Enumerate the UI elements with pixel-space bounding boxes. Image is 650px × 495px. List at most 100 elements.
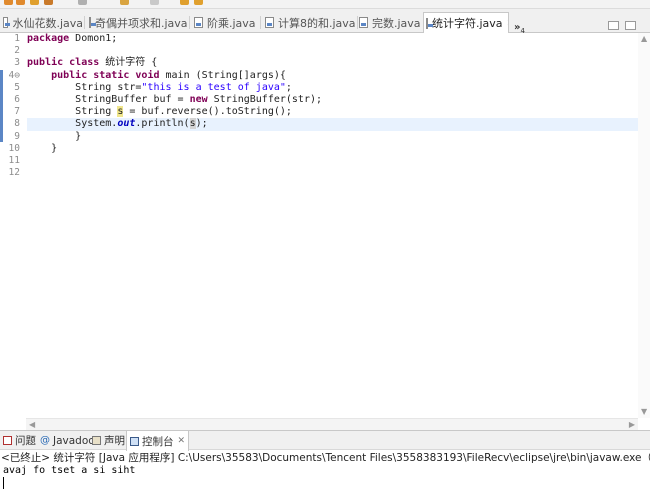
code-text: 统计字符 { [99,57,158,69]
console-status-line: <已终止> 统计字符 [Java 应用程序] C:\Users\35583\Do… [1,452,650,464]
horizontal-scrollbar[interactable]: ◀ ▶ [26,418,638,430]
console-icon [130,436,139,446]
tab-console[interactable]: 控制台 ✕ [126,431,190,451]
line-number: 3 [14,57,20,69]
code-line: 5 String str="this is a test of java"; [14,81,638,94]
run-icon[interactable] [4,0,13,5]
keyword: void [135,69,160,81]
close-icon[interactable]: ✕ [507,18,508,29]
code-text: ; [285,81,292,93]
keyword: public [27,57,64,69]
tab-jiecheng[interactable]: 阶乘.java [192,12,258,33]
code-text: System. [75,118,118,130]
quick-diff-ruler [0,70,3,142]
main-toolbar [0,0,650,9]
keyword: package [27,33,70,44]
line-number: 12 [8,167,20,179]
code-text: String [75,106,118,118]
code-text: String str= [75,81,142,93]
code-line-current: 8 System.out.println(s); [14,118,638,131]
code-line: 1 package Domon1; [14,33,638,45]
search-icon[interactable] [120,0,129,5]
bottom-panel-tabs: 问题 @ Javadoc 声明 控制台 ✕ [0,430,650,451]
code-line: 7 String s = buf.reverse().toString(); [14,106,638,118]
code-text: main (String[]args){ [159,69,286,81]
code-text: } [51,142,58,154]
scroll-up-arrow-icon[interactable]: ▲ [641,33,647,45]
tab-label: 完数.java [372,16,421,30]
java-file-icon [3,17,11,28]
vertical-scrollbar[interactable]: ▲ ▼ [638,33,650,418]
next-annotation-icon[interactable] [150,0,159,5]
tab-label: 问题 [15,435,36,447]
code-editor[interactable]: 1 package Domon1; 2 3 public class 统计字符 { … [0,33,650,430]
tab-wanshu[interactable]: 完数.java [357,12,421,33]
scroll-down-arrow-icon[interactable]: ▼ [641,406,647,418]
tab-label: 统计字符.java [432,17,503,30]
keyword: static [93,69,130,81]
line-number: 2 [14,45,20,57]
code-text: } [75,130,82,142]
static-field: out [117,118,136,130]
tab-label: 控制台 [142,435,174,448]
tab-declaration[interactable]: 声明 [92,431,125,450]
tab-label: 水仙花数.java [12,16,83,30]
code-line: 12 [9,167,638,179]
tab-jiou[interactable]: 奇偶并项求和.java [87,12,187,33]
editor-tab-bar: 水仙花数.java 奇偶并项求和.java 阶乘.java 计算8的和.java… [0,9,650,35]
line-number: 11 [8,154,20,166]
line-number: 6 [14,93,20,105]
tab-label: 计算8的和.java [278,16,356,30]
line-number: 7 [14,106,20,118]
code-line: 4⊖ public static void main (String[]args… [9,69,638,82]
java-file-icon [359,17,368,28]
code-text: ); [195,118,208,130]
code-text: StringBuffer buf = [75,93,190,105]
java-file-icon [89,17,96,28]
tab-label: 声明 [104,435,125,447]
code-area[interactable]: 1 package Domon1; 2 3 public class 统计字符 { … [9,33,638,179]
coverage-icon[interactable] [30,0,39,5]
code-line: 6 StringBuffer buf = new StringBuffer(st… [14,93,638,106]
tab-javadoc[interactable]: @ Javadoc [40,431,94,450]
javadoc-icon: @ [40,435,50,446]
console-output[interactable]: avaj fo tset a si siht [3,465,135,477]
line-number: 8 [14,118,20,130]
tab-jisuan8[interactable]: 计算8的和.java [263,12,356,33]
code-text: .println( [135,118,190,130]
declaration-icon [92,436,101,445]
tab-separator [189,16,190,29]
line-number: 5 [14,81,20,93]
code-line: 3 public class 统计字符 { [14,57,638,69]
tab-label: 奇偶并项求和.java [95,16,187,30]
tab-shuixianhua[interactable]: 水仙花数.java [1,12,83,33]
code-line: 2 [14,45,638,57]
tab-separator [84,16,85,29]
tab-separator [260,16,261,29]
close-icon[interactable]: ✕ [178,436,186,446]
java-file-icon [194,17,203,28]
console-cursor [3,477,4,489]
tab-tongjizifu[interactable]: 统计字符.java ✕ [423,12,509,34]
string-literal: "this is a test of java" [141,81,286,93]
code-line: 11 [9,155,638,167]
code-text: StringBuffer(str); [207,93,323,105]
new-java-project-icon[interactable] [78,0,87,5]
keyword: class [69,57,100,69]
code-line: 9 } [14,130,638,143]
tab-label: Javadoc [53,434,95,447]
maximize-icon[interactable] [625,21,636,30]
external-tools-icon[interactable] [44,0,53,5]
java-file-icon [265,17,274,28]
debug-icon[interactable] [16,0,25,5]
line-number: 10 [8,142,20,154]
code-text: = buf.reverse().toString(); [123,106,292,118]
back-icon[interactable] [180,0,189,5]
keyword: public [51,69,88,81]
problems-icon [3,436,12,445]
keyword: new [189,93,208,105]
forward-icon[interactable] [194,0,203,5]
tab-problems[interactable]: 问题 [3,431,36,450]
minimize-icon[interactable] [608,21,619,30]
line-number[interactable]: 4⊖ [6,70,20,82]
